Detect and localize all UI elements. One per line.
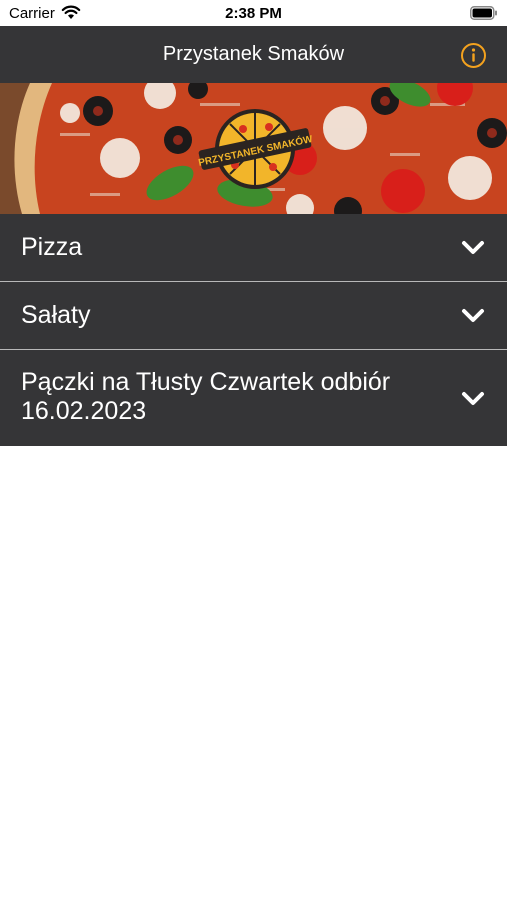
- info-circle-icon[interactable]: [460, 42, 487, 69]
- category-label: Sałaty: [21, 301, 91, 329]
- status-time: 2:38 PM: [225, 5, 282, 22]
- navigation-bar: Przystanek Smaków: [0, 26, 507, 83]
- pizza-banner-graphic: PRZYSTANEK SMAKÓW: [0, 83, 507, 214]
- category-label: Pizza: [21, 233, 83, 261]
- category-item-pizza[interactable]: Pizza: [0, 214, 507, 282]
- banner-image: PRZYSTANEK SMAKÓW: [0, 83, 507, 214]
- chevron-down-icon: [462, 309, 484, 322]
- category-list: Pizza Sałaty Pączki na Tłusty Czwartek o…: [0, 214, 507, 446]
- category-label: Pączki na Tłusty Czwartek odbiór 16.02.2…: [21, 368, 391, 425]
- chevron-down-icon: [462, 241, 484, 254]
- status-bar: Carrier 2:38 PM: [0, 0, 507, 26]
- page-title: Przystanek Smaków: [162, 43, 345, 65]
- category-item-salaty[interactable]: Sałaty: [0, 282, 507, 350]
- chevron-down-icon: [462, 392, 484, 405]
- battery-icon: [470, 6, 497, 20]
- category-item-paczki[interactable]: Pączki na Tłusty Czwartek odbiór 16.02.2…: [0, 350, 507, 446]
